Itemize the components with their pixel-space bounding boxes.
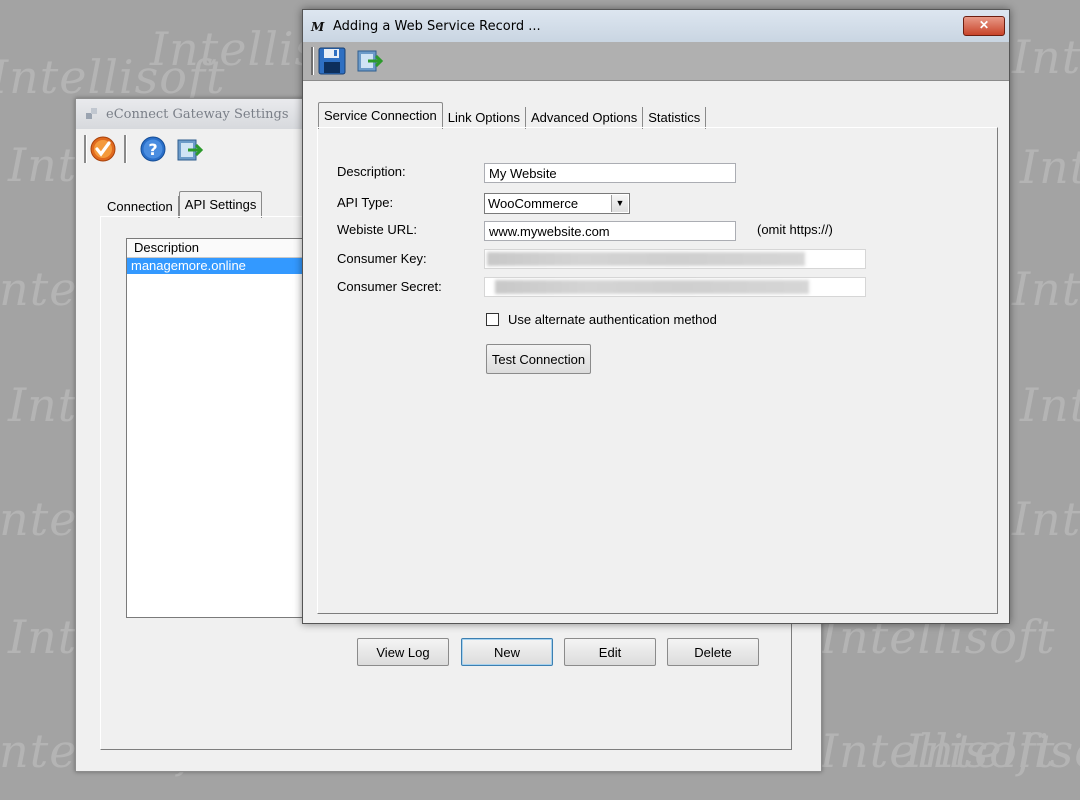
app-icon [86,108,97,119]
website-url-field[interactable] [484,221,736,241]
checkmark-icon[interactable] [90,136,116,162]
new-button[interactable]: New [461,638,553,666]
test-connection-button[interactable]: Test Connection [486,344,591,374]
watermark-text: Intellisoft [1020,378,1080,432]
tab-panel [317,127,998,614]
description-field[interactable] [484,163,736,183]
toolbar-separator [311,47,314,75]
edit-button[interactable]: Edit [564,638,656,666]
alt-auth-checkbox[interactable] [486,313,499,326]
toolbar-separator [84,135,87,163]
watermark-text: Intellisoft [1012,262,1080,316]
exit-icon[interactable] [176,137,204,163]
dialog-title: Adding a Web Service Record ... [333,19,541,34]
close-button[interactable]: ✕ [963,16,1005,36]
consumer-key-label: Consumer Key: [337,251,427,266]
consumer-key-field[interactable] [484,249,866,269]
api-type-value: WooCommerce [488,196,579,211]
watermark-text: Intellisoft [1012,492,1080,546]
tab-statistics[interactable]: Statistics [643,107,707,129]
tab-link-options[interactable]: Link Options [443,107,526,129]
description-label: Description: [337,164,406,179]
alt-auth-label[interactable]: Use alternate authentication method [508,312,717,327]
view-log-button[interactable]: View Log [357,638,449,666]
window-title: eConnect Gateway Settings [106,107,289,122]
toolbar-separator [124,135,127,163]
title-bar[interactable]: M Adding a Web Service Record ... ✕ [303,10,1009,42]
watermark-text: Intellisoft [0,50,226,104]
website-url-label: Webiste URL: [337,222,417,237]
toolbar [303,42,1009,81]
web-service-record-dialog: M Adding a Web Service Record ... ✕ Serv… [302,9,1010,624]
svg-text:?: ? [148,140,157,159]
tab-service-connection[interactable]: Service Connection [318,102,443,129]
save-icon[interactable] [318,47,346,75]
api-type-select[interactable]: WooCommerce ▼ [484,193,630,214]
tab-connection[interactable]: Connection [102,196,179,218]
exit-icon[interactable] [356,48,384,74]
tab-strip: Connection API Settings [102,191,263,218]
app-logo-icon: M [311,20,325,34]
tab-advanced-options[interactable]: Advanced Options [526,107,644,129]
watermark-text: Intellisoft [1020,140,1080,194]
tab-strip: Service Connection Link Options Advanced… [318,102,707,129]
delete-button[interactable]: Delete [667,638,759,666]
records-list[interactable]: Description managemore.online [126,238,308,618]
chevron-down-icon[interactable]: ▼ [611,195,628,212]
url-hint: (omit https://) [757,222,833,237]
consumer-secret-label: Consumer Secret: [337,279,442,294]
help-icon[interactable]: ? [140,136,166,162]
consumer-secret-field[interactable] [484,277,866,297]
watermark-text: Intellisoft [905,724,1080,778]
api-type-label: API Type: [337,195,394,210]
list-item[interactable]: managemore.online [127,258,307,274]
redacted-value [487,252,805,266]
list-header-description[interactable]: Description [127,239,307,258]
tab-api-settings[interactable]: API Settings [178,191,263,218]
watermark-text: Intellisoft [820,724,1056,778]
watermark-text: Intellisoft [1012,30,1080,84]
redacted-value [495,280,809,294]
